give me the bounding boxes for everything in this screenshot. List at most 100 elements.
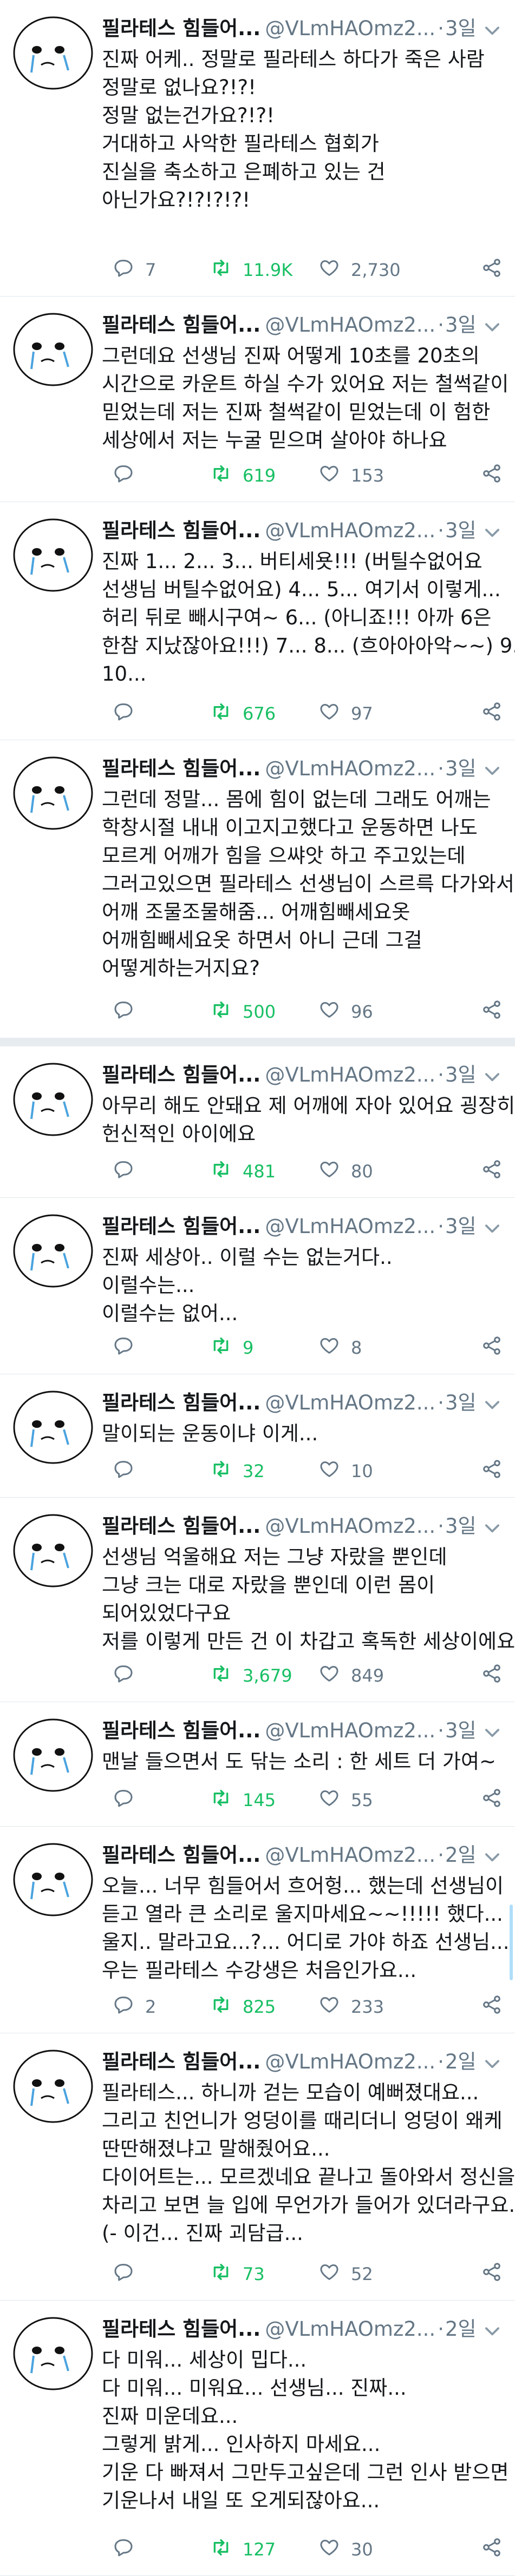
tweet[interactable]: 필라테스 힘들어... @VLmHAOmz2... ·2일 오늘... 너무 힘들어서…: [0, 1827, 515, 2033]
user-handle[interactable]: @VLmHAOmz2...: [265, 1215, 435, 1238]
like-button[interactable]: 80: [308, 1156, 373, 1187]
timestamp[interactable]: 3일: [445, 757, 477, 780]
user-handle[interactable]: @VLmHAOmz2...: [265, 313, 435, 337]
tweet[interactable]: 필라테스 힘들어... @VLmHAOmz2... ·2일 다 미워... 세상이 밉…: [0, 2301, 515, 2576]
timestamp[interactable]: 3일: [445, 519, 477, 542]
chevron-down-icon[interactable]: [482, 757, 503, 778]
tweet[interactable]: 필라테스 힘들어... @VLmHAOmz2... ·3일 말이되는 운동이냐 이게.…: [0, 1374, 515, 1498]
tweet[interactable]: 필라테스 힘들어... @VLmHAOmz2... ·3일 그런데요 선생님 진짜 어…: [0, 297, 515, 502]
display-name[interactable]: 필라테스 힘들어...: [102, 1514, 260, 1538]
display-name[interactable]: 필라테스 힘들어...: [102, 1063, 260, 1086]
display-name[interactable]: 필라테스 힘들어...: [102, 17, 260, 40]
reply-button[interactable]: [102, 460, 134, 491]
share-button[interactable]: [470, 1785, 503, 1815]
chevron-down-icon[interactable]: [482, 2051, 503, 2071]
display-name[interactable]: 필라테스 힘들어...: [102, 519, 260, 542]
retweet-button[interactable]: 500: [199, 997, 276, 1027]
timestamp[interactable]: 2일: [445, 2050, 477, 2073]
scrollbar[interactable]: [510, 1905, 513, 1980]
share-button[interactable]: [470, 2534, 503, 2565]
retweet-button[interactable]: 3,679: [199, 1661, 292, 1691]
share-button[interactable]: [470, 2259, 503, 2289]
avatar[interactable]: [12, 755, 94, 831]
share-button[interactable]: [470, 255, 503, 285]
share-button[interactable]: [470, 699, 503, 729]
share-button[interactable]: [470, 1156, 503, 1187]
avatar[interactable]: [12, 1213, 94, 1289]
tweet[interactable]: 필라테스 힘들어... @VLmHAOmz2... ·3일 진짜 세상아.. 이럴 수…: [0, 1198, 515, 1374]
reply-button[interactable]: [102, 1156, 134, 1187]
chevron-down-icon[interactable]: [482, 1392, 503, 1412]
chevron-down-icon[interactable]: [482, 17, 503, 38]
share-button[interactable]: [470, 1661, 503, 1691]
reply-button[interactable]: [102, 1785, 134, 1815]
tweet[interactable]: 필라테스 힘들어... @VLmHAOmz2... ·3일 그런데 정말... 몸에 …: [0, 740, 515, 1046]
avatar[interactable]: [12, 312, 94, 387]
reply-button[interactable]: [102, 1333, 134, 1363]
user-handle[interactable]: @VLmHAOmz2...: [265, 2050, 435, 2073]
reply-button[interactable]: [102, 997, 134, 1027]
retweet-button[interactable]: 73: [199, 2259, 265, 2289]
retweet-button[interactable]: 11.9K: [199, 255, 292, 285]
chevron-down-icon[interactable]: [482, 519, 503, 540]
display-name[interactable]: 필라테스 힘들어...: [102, 757, 260, 780]
reply-button[interactable]: 2: [102, 1992, 156, 2022]
display-name[interactable]: 필라테스 힘들어...: [102, 1391, 260, 1414]
chevron-down-icon[interactable]: [482, 1064, 503, 1084]
avatar[interactable]: [12, 1389, 94, 1465]
retweet-button[interactable]: 127: [199, 2534, 276, 2565]
user-handle[interactable]: @VLmHAOmz2...: [265, 1514, 435, 1538]
display-name[interactable]: 필라테스 힘들어...: [102, 1215, 260, 1238]
timestamp[interactable]: 3일: [445, 313, 477, 337]
share-button[interactable]: [470, 460, 503, 491]
reply-button[interactable]: [102, 2534, 134, 2565]
like-button[interactable]: 2,730: [308, 255, 401, 285]
like-button[interactable]: 153: [308, 460, 384, 491]
tweet[interactable]: 필라테스 힘들어... @VLmHAOmz2... ·2일 필라테스... 하니까 걷…: [0, 2033, 515, 2301]
user-handle[interactable]: @VLmHAOmz2...: [265, 1719, 435, 1742]
share-button[interactable]: [470, 1992, 503, 2022]
like-button[interactable]: 97: [308, 699, 373, 729]
like-button[interactable]: 52: [308, 2259, 373, 2289]
user-handle[interactable]: @VLmHAOmz2...: [265, 17, 435, 40]
tweet[interactable]: 필라테스 힘들어... @VLmHAOmz2... ·3일 선생님 억울해요 저는 그…: [0, 1498, 515, 1702]
avatar[interactable]: [12, 2048, 94, 2124]
retweet-button[interactable]: 32: [199, 1456, 265, 1486]
like-button[interactable]: 8: [308, 1333, 362, 1363]
reply-button[interactable]: [102, 1456, 134, 1486]
share-button[interactable]: [470, 1456, 503, 1486]
reply-button[interactable]: [102, 1661, 134, 1691]
like-button[interactable]: 849: [308, 1661, 384, 1691]
display-name[interactable]: 필라테스 힘들어...: [102, 1719, 260, 1742]
avatar[interactable]: [12, 1062, 94, 1137]
like-button[interactable]: 30: [308, 2534, 373, 2565]
user-handle[interactable]: @VLmHAOmz2...: [265, 1843, 435, 1867]
reply-button[interactable]: [102, 699, 134, 729]
retweet-button[interactable]: 9: [199, 1333, 253, 1363]
avatar[interactable]: [12, 1842, 94, 1918]
timestamp[interactable]: 3일: [445, 1215, 477, 1238]
timestamp[interactable]: 3일: [445, 1719, 477, 1742]
chevron-down-icon[interactable]: [482, 1215, 503, 1236]
reply-button[interactable]: [102, 2259, 134, 2289]
chevron-down-icon[interactable]: [482, 1515, 503, 1536]
tweet[interactable]: 필라테스 힘들어... @VLmHAOmz2... ·3일 아무리 해도 안돼요 제 …: [0, 1046, 515, 1198]
timestamp[interactable]: 3일: [445, 1391, 477, 1414]
chevron-down-icon[interactable]: [482, 2318, 503, 2338]
like-button[interactable]: 55: [308, 1785, 373, 1815]
avatar[interactable]: [12, 1513, 94, 1589]
user-handle[interactable]: @VLmHAOmz2...: [265, 519, 435, 542]
timestamp[interactable]: 3일: [445, 1514, 477, 1538]
tweet[interactable]: 필라테스 힘들어... @VLmHAOmz2... ·3일 진짜 어케.. 정말로 필…: [0, 0, 515, 297]
like-button[interactable]: 233: [308, 1992, 384, 2022]
user-handle[interactable]: @VLmHAOmz2...: [265, 1391, 435, 1414]
avatar[interactable]: [12, 15, 94, 91]
like-button[interactable]: 96: [308, 997, 373, 1027]
timestamp[interactable]: 2일: [445, 1843, 477, 1867]
like-button[interactable]: 10: [308, 1456, 373, 1486]
reply-button[interactable]: 7: [102, 255, 156, 285]
retweet-button[interactable]: 825: [199, 1992, 276, 2022]
share-button[interactable]: [470, 997, 503, 1027]
retweet-button[interactable]: 145: [199, 1785, 276, 1815]
retweet-button[interactable]: 481: [199, 1156, 276, 1187]
